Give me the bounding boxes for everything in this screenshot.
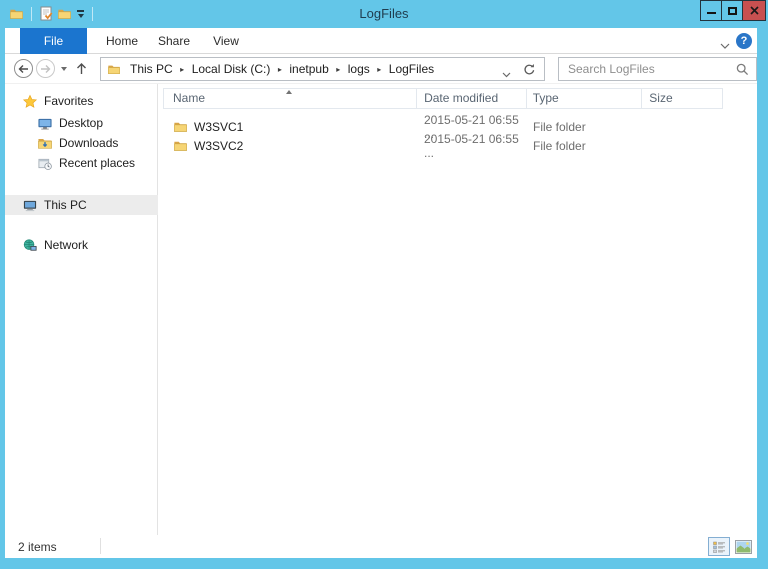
details-view-icon	[712, 541, 725, 553]
refresh-icon[interactable]	[523, 63, 536, 79]
tab-file[interactable]: File	[20, 28, 87, 54]
recent-locations-chevron-icon[interactable]	[61, 67, 67, 71]
qat-separator	[92, 7, 93, 21]
breadcrumb-arrow-icon[interactable]	[178, 65, 187, 74]
address-bar[interactable]: This PC Local Disk (C:) inetpub logs Log…	[100, 57, 545, 81]
breadcrumb-local-disk-c[interactable]: Local Disk (C:)	[187, 62, 276, 76]
expand-ribbon-chevron-icon[interactable]	[720, 38, 730, 52]
forward-arrow-icon	[41, 64, 51, 73]
table-row[interactable]: W3SVC2 2015-05-21 06:55 ... File folder	[163, 132, 723, 160]
details-view-button[interactable]	[708, 537, 730, 556]
star-icon	[22, 94, 38, 109]
network-icon	[22, 238, 38, 253]
folder-icon	[107, 63, 121, 76]
maximize-button[interactable]	[721, 0, 743, 21]
breadcrumb-arrow-icon[interactable]	[334, 65, 343, 74]
folder-icon	[173, 120, 188, 134]
new-folder-icon[interactable]	[55, 7, 74, 21]
forward-button[interactable]	[36, 59, 55, 78]
window-body: File Home Share View ? This PC ▸ Local D…	[5, 28, 757, 558]
downloads-icon	[37, 136, 53, 151]
file-date-modified: 2015-05-21 06:55 ...	[424, 131, 519, 160]
window-title: LogFiles	[359, 6, 409, 21]
sidebar-item-label: Favorites	[44, 94, 94, 108]
status-bar: 2 items	[5, 535, 757, 558]
breadcrumb-arrow-icon[interactable]	[375, 65, 384, 74]
tab-home[interactable]: Home	[96, 28, 148, 54]
help-button[interactable]: ?	[736, 33, 752, 49]
up-button[interactable]	[75, 62, 88, 78]
breadcrumb-arrow-icon[interactable]	[275, 65, 284, 74]
titlebar[interactable]: LogFiles	[0, 0, 768, 28]
sidebar-item-this-pc[interactable]: This PC	[5, 195, 158, 215]
sidebar-item-label: This PC	[44, 198, 87, 212]
sidebar-item-recent-places[interactable]: Recent places	[5, 153, 158, 173]
ribbon-tabs-row: File Home Share View ?	[5, 28, 757, 54]
sidebar-item-desktop[interactable]: Desktop	[5, 113, 158, 133]
sidebar-item-label: Network	[44, 238, 89, 252]
back-arrow-icon	[18, 64, 28, 73]
main-area: Favorites Desktop Downloads Recent place…	[5, 84, 757, 535]
large-icons-view-button[interactable]	[733, 537, 753, 556]
breadcrumb-this-pc[interactable]: This PC	[125, 62, 178, 76]
caption-buttons	[700, 0, 766, 21]
sort-ascending-icon	[286, 90, 292, 94]
up-arrow-icon	[77, 63, 86, 74]
sidebar-item-network[interactable]: Network	[5, 235, 158, 255]
column-header-date-modified[interactable]: Date modified	[417, 89, 527, 108]
explorer-app-icon[interactable]	[7, 7, 26, 21]
navigation-pane: Favorites Desktop Downloads Recent place…	[5, 84, 158, 535]
file-rows: W3SVC1 2015-05-21 06:55 ... File folder …	[163, 113, 723, 160]
back-button[interactable]	[14, 59, 33, 78]
address-dropdown-chevron-icon[interactable]	[502, 67, 511, 81]
close-icon	[749, 6, 759, 15]
file-list-pane: Name Date modified Type Size W3SVC1 2015…	[159, 84, 757, 535]
customize-qat-chevron-icon[interactable]	[77, 10, 84, 18]
close-button[interactable]	[742, 0, 766, 21]
minimize-button[interactable]	[700, 0, 722, 21]
search-icon[interactable]	[736, 63, 749, 79]
file-type: File folder	[533, 138, 586, 153]
recent-places-icon	[37, 156, 53, 171]
sidebar-item-label: Downloads	[59, 136, 119, 150]
address-row: This PC Local Disk (C:) inetpub logs Log…	[5, 54, 757, 84]
file-name: W3SVC2	[194, 138, 244, 153]
thumbnail-view-icon	[734, 539, 752, 554]
tab-view[interactable]: View	[200, 28, 252, 54]
explorer-window: LogFiles File Home Share View ? This PC …	[0, 0, 768, 569]
minimize-icon	[706, 12, 716, 14]
status-divider	[100, 538, 101, 554]
column-headers: Name Date modified Type Size	[163, 88, 723, 109]
column-header-type[interactable]: Type	[527, 89, 643, 108]
file-name: W3SVC1	[194, 119, 244, 134]
column-header-size[interactable]: Size	[642, 89, 722, 108]
folder-icon	[173, 139, 188, 153]
qat-separator	[31, 7, 32, 21]
breadcrumb-logs[interactable]: logs	[343, 62, 375, 76]
sidebar-item-label: Recent places	[59, 156, 136, 170]
sidebar-item-downloads[interactable]: Downloads	[5, 133, 158, 153]
quick-access-toolbar	[7, 5, 98, 23]
properties-icon[interactable]	[37, 6, 55, 22]
tab-share[interactable]: Share	[148, 28, 200, 54]
desktop-icon	[37, 116, 53, 131]
breadcrumb-inetpub[interactable]: inetpub	[284, 62, 333, 76]
view-toggle-buttons	[708, 537, 753, 556]
file-type: File folder	[533, 119, 586, 134]
items-count: 2 items	[18, 540, 57, 554]
sidebar-item-label: Desktop	[59, 116, 104, 130]
sidebar-item-favorites[interactable]: Favorites	[5, 91, 158, 111]
computer-icon	[22, 198, 38, 213]
search-input[interactable]	[559, 58, 756, 80]
search-box	[558, 57, 757, 81]
maximize-icon	[727, 6, 737, 15]
breadcrumb-logfiles[interactable]: LogFiles	[384, 62, 439, 76]
